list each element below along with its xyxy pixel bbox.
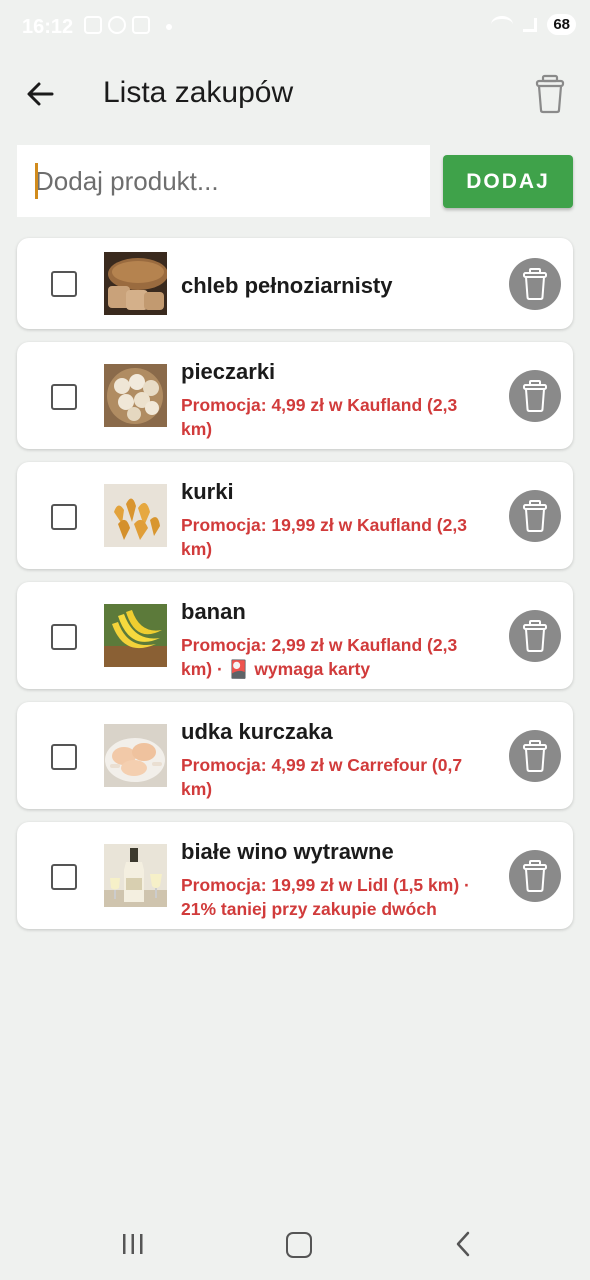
add-button[interactable]: DODAJ — [443, 155, 573, 208]
trash-icon — [523, 860, 547, 892]
product-image — [104, 604, 167, 667]
app-bar: Lista zakupów — [0, 56, 590, 136]
delete-item-button[interactable] — [509, 370, 561, 422]
text-cursor — [35, 163, 38, 199]
product-image — [104, 844, 167, 907]
item-name: banan — [181, 599, 246, 624]
product-image — [104, 484, 167, 547]
item-promotion: Promocja: 19,99 zł w Kaufland (2,3 km) — [181, 515, 467, 559]
add-product-field[interactable] — [17, 145, 430, 217]
product-image — [104, 724, 167, 787]
home-icon[interactable] — [286, 1232, 312, 1258]
item-name: udka kurczaka — [181, 719, 333, 744]
clear-list-button[interactable] — [526, 70, 574, 118]
gmail-icon — [132, 16, 150, 34]
list-item: banan Promocja: 2,99 zł w Kaufland (2,3 … — [17, 582, 573, 689]
signal-icon — [523, 17, 538, 32]
delete-item-button[interactable] — [509, 490, 561, 542]
list-item: białe wino wytrawne Promocja: 19,99 zł w… — [17, 822, 573, 929]
item-promotion: Promocja: 19,99 zł w Lidl (1,5 km) · 21%… — [181, 875, 470, 919]
item-checkbox[interactable] — [51, 624, 77, 650]
item-name: kurki — [181, 479, 234, 504]
arrow-left-icon — [27, 82, 54, 106]
trash-icon — [535, 74, 565, 114]
status-notification-icons — [84, 16, 150, 34]
delete-item-button[interactable] — [509, 850, 561, 902]
battery-indicator: 68 — [547, 14, 576, 35]
trash-icon — [523, 380, 547, 412]
back-icon[interactable] — [452, 1230, 476, 1258]
item-checkbox[interactable] — [51, 384, 77, 410]
add-product-input[interactable] — [17, 145, 425, 217]
recent-apps-icon[interactable] — [120, 1232, 146, 1256]
delete-item-button[interactable] — [509, 610, 561, 662]
list-item: chleb pełnoziarnisty — [17, 238, 573, 329]
item-name: pieczarki — [181, 359, 276, 384]
product-image — [104, 364, 167, 427]
more-notifications-dot-icon — [166, 24, 172, 30]
shopping-list: chleb pełnoziarnisty pieczarki Promocja:… — [17, 238, 573, 942]
item-promotion: Promocja: 2,99 zł w Kaufland (2,3 km) · … — [181, 635, 458, 679]
status-time: 16:12 — [22, 16, 74, 38]
status-bar: 16:12 68 — [0, 0, 590, 56]
trash-icon — [523, 500, 547, 532]
trash-icon — [523, 740, 547, 772]
item-promotion: Promocja: 4,99 zł w Kaufland (2,3 km) — [181, 395, 458, 439]
item-checkbox[interactable] — [51, 504, 77, 530]
delete-item-button[interactable] — [509, 730, 561, 782]
delete-item-button[interactable] — [509, 258, 561, 310]
list-item: kurki Promocja: 19,99 zł w Kaufland (2,3… — [17, 462, 573, 569]
list-item: udka kurczaka Promocja: 4,99 zł w Carref… — [17, 702, 573, 809]
page-title: Lista zakupów — [103, 76, 294, 109]
item-name: białe wino wytrawne — [181, 839, 394, 864]
item-checkbox[interactable] — [51, 271, 77, 297]
item-checkbox[interactable] — [51, 864, 77, 890]
trash-icon — [523, 620, 547, 652]
item-name: chleb pełnoziarnisty — [181, 273, 393, 298]
messenger-icon — [108, 16, 126, 34]
item-promotion: Promocja: 4,99 zł w Carrefour (0,7 km) — [181, 755, 463, 799]
trash-icon — [523, 268, 547, 300]
system-navigation-bar — [0, 1210, 590, 1280]
screenshot-icon — [84, 16, 102, 34]
item-checkbox[interactable] — [51, 744, 77, 770]
product-image — [104, 252, 167, 315]
wifi-icon — [491, 16, 514, 33]
back-button[interactable] — [20, 72, 64, 116]
list-item: pieczarki Promocja: 4,99 zł w Kaufland (… — [17, 342, 573, 449]
